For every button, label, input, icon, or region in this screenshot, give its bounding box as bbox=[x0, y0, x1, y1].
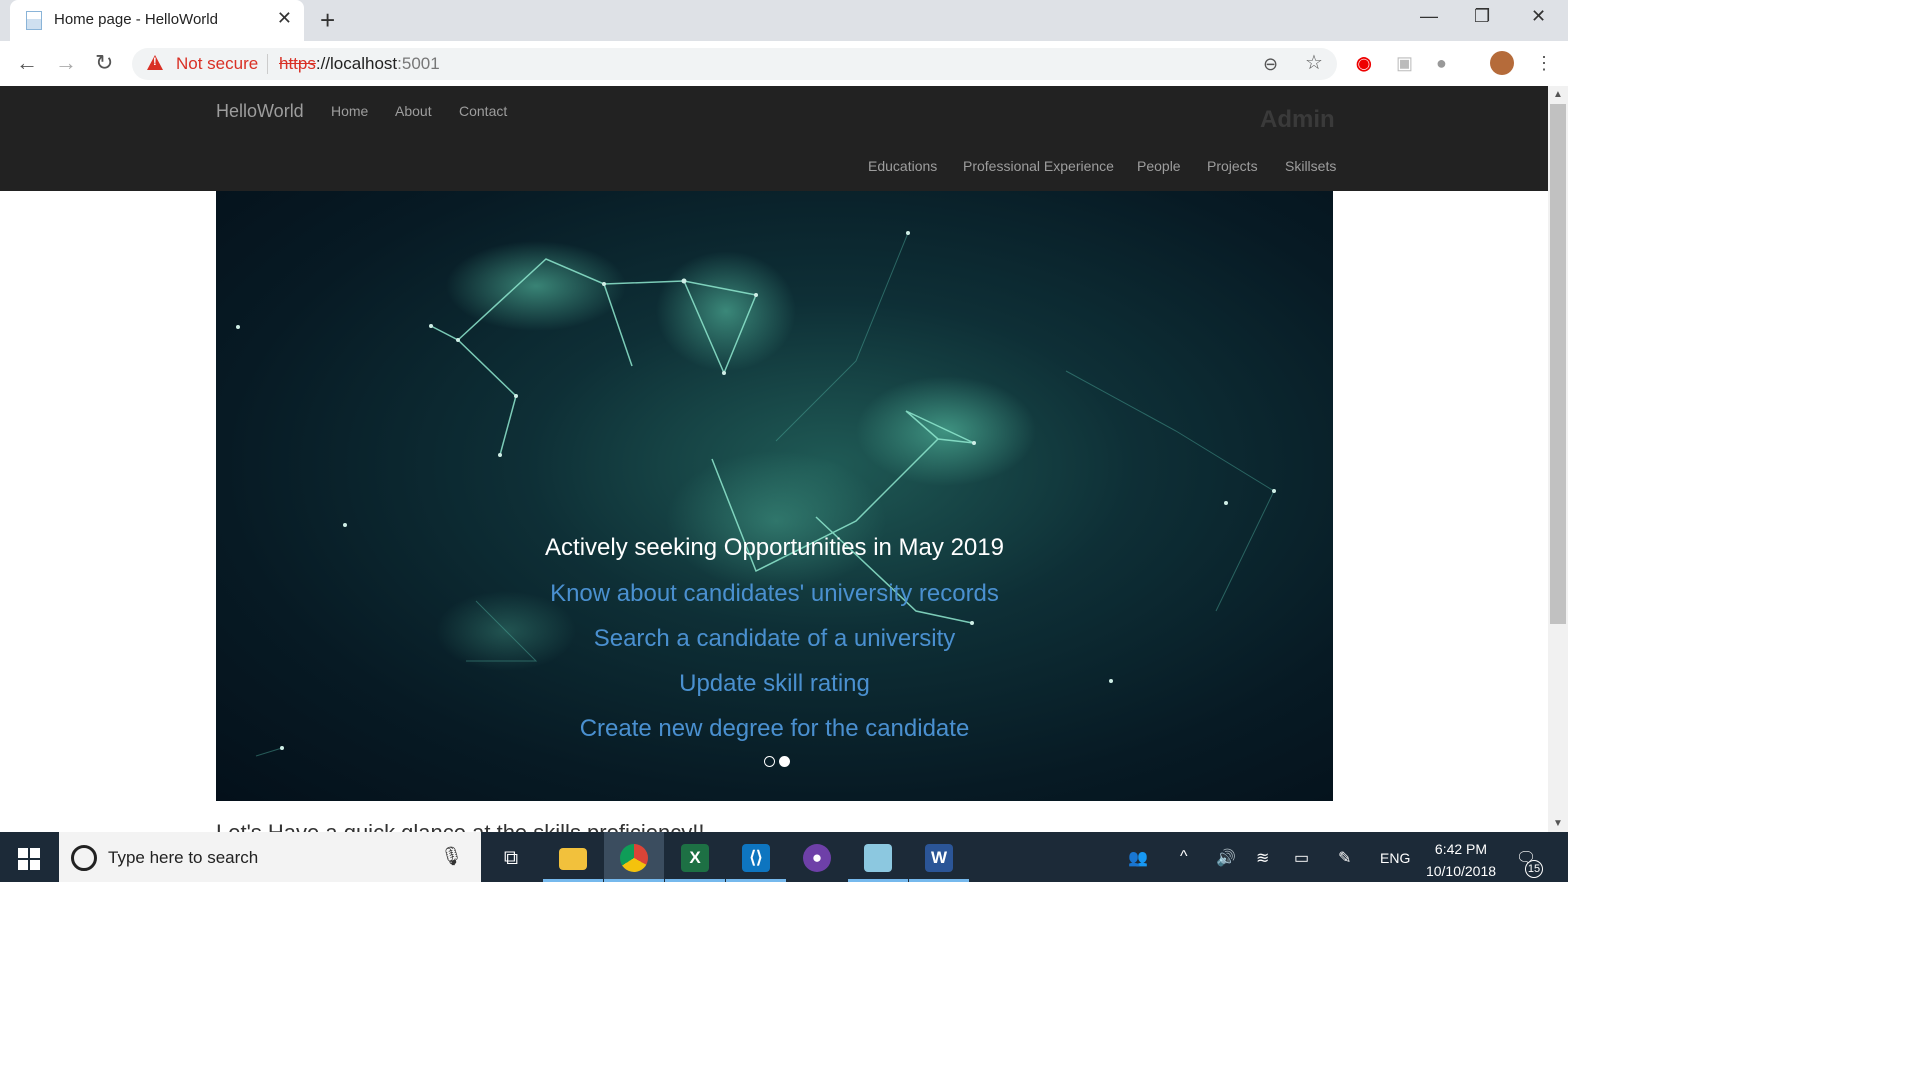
browser-tab[interactable]: Home page - HelloWorld ✕ bbox=[10, 0, 304, 41]
tab-title: Home page - HelloWorld bbox=[54, 11, 218, 28]
bookmark-star-icon[interactable]: ☆ bbox=[1305, 53, 1323, 73]
taskbar-github-desktop[interactable]: ● bbox=[787, 832, 847, 882]
url-text[interactable]: https://localhost:5001 bbox=[279, 54, 440, 74]
reload-icon[interactable]: ↻ bbox=[95, 52, 113, 74]
excel-icon: X bbox=[681, 844, 709, 872]
taskbar-clock[interactable]: 6:42 PM 10/10/2018 bbox=[1415, 838, 1507, 882]
restore-icon[interactable]: ❐ bbox=[1474, 6, 1490, 27]
language-indicator[interactable]: ENG bbox=[1380, 850, 1410, 866]
task-view-icon: ⧉ bbox=[503, 847, 519, 869]
running-indicator bbox=[909, 879, 969, 882]
admin-label: Admin bbox=[1260, 106, 1335, 133]
taskbar-file-explorer[interactable] bbox=[543, 832, 603, 882]
wifi-icon[interactable]: ≋ bbox=[1256, 848, 1269, 868]
hero-link-university-records[interactable]: Know about candidates' university record… bbox=[216, 580, 1333, 608]
running-indicator bbox=[543, 879, 603, 882]
taskbar-search-box[interactable]: Type here to search 🎙 bbox=[59, 832, 481, 882]
clock-time: 6:42 PM bbox=[1434, 841, 1488, 857]
battery-icon[interactable]: ▭ bbox=[1294, 848, 1309, 868]
extension-circle-icon[interactable]: ● bbox=[1436, 53, 1447, 73]
people-icon[interactable]: 👥 bbox=[1128, 848, 1148, 868]
new-tab-icon[interactable]: + bbox=[320, 6, 335, 34]
warning-icon[interactable] bbox=[147, 55, 163, 70]
carousel-indicator-1[interactable] bbox=[764, 756, 775, 767]
admin-link-projects[interactable]: Projects bbox=[1207, 158, 1258, 174]
admin-link-skillsets[interactable]: Skillsets bbox=[1285, 158, 1336, 174]
security-status[interactable]: Not secure bbox=[176, 54, 258, 74]
admin-link-professional-experience[interactable]: Professional Experience bbox=[963, 158, 1114, 174]
nav-link-about[interactable]: About bbox=[395, 103, 432, 119]
notification-count-badge: 15 bbox=[1525, 860, 1543, 878]
minimize-icon[interactable]: — bbox=[1420, 6, 1438, 27]
extension-opera-icon[interactable]: ◉ bbox=[1356, 53, 1372, 73]
app-icon bbox=[864, 844, 892, 872]
microphone-icon[interactable]: 🎙 bbox=[440, 846, 463, 867]
profile-avatar[interactable] bbox=[1490, 51, 1514, 75]
page-favicon-icon bbox=[26, 11, 42, 30]
page-scrollbar[interactable]: ▲ ▼ bbox=[1548, 86, 1568, 832]
taskbar-word[interactable]: W bbox=[909, 832, 969, 882]
show-hidden-icons-icon[interactable]: ^ bbox=[1180, 848, 1188, 866]
forward-icon[interactable]: → bbox=[55, 52, 77, 74]
task-view-button[interactable]: ⧉ bbox=[481, 832, 541, 882]
hero-carousel: Actively seeking Opportunities in May 20… bbox=[216, 191, 1333, 801]
hero-link-search-candidate[interactable]: Search a candidate of a university bbox=[216, 625, 1333, 653]
hero-link-update-skill-rating[interactable]: Update skill rating bbox=[216, 670, 1333, 698]
hero-headline: Actively seeking Opportunities in May 20… bbox=[545, 534, 1004, 561]
running-indicator bbox=[726, 879, 786, 882]
volume-icon[interactable]: 🔊 bbox=[1216, 848, 1236, 868]
carousel-indicators bbox=[762, 754, 792, 772]
vscode-icon: ⟨⟩ bbox=[742, 844, 770, 872]
search-placeholder: Type here to search bbox=[108, 848, 259, 867]
browser-menu-icon[interactable]: ⋮ bbox=[1535, 53, 1553, 73]
taskbar-excel[interactable]: X bbox=[665, 832, 725, 882]
url-separator: :// bbox=[315, 54, 331, 73]
network-background-image bbox=[236, 231, 1276, 757]
scroll-down-icon[interactable]: ▼ bbox=[1553, 818, 1563, 829]
back-icon[interactable]: ← bbox=[16, 52, 38, 74]
chrome-icon bbox=[620, 844, 648, 872]
extension-pocket-icon[interactable]: ▣ bbox=[1396, 53, 1413, 73]
github-icon: ● bbox=[803, 844, 831, 872]
scrollbar-thumb[interactable] bbox=[1550, 104, 1566, 624]
site-brand[interactable]: HelloWorld bbox=[216, 101, 304, 122]
cortana-icon[interactable] bbox=[71, 845, 97, 871]
nav-link-contact[interactable]: Contact bbox=[459, 103, 507, 119]
carousel-indicator-2[interactable] bbox=[779, 756, 790, 767]
running-indicator bbox=[604, 879, 664, 882]
word-icon: W bbox=[925, 844, 953, 872]
browser-tab-bar: Home page - HelloWorld ✕ + — ❐ ✕ bbox=[0, 0, 1568, 41]
url-host: localhost bbox=[330, 54, 398, 73]
file-explorer-icon bbox=[559, 848, 587, 870]
running-indicator bbox=[848, 879, 908, 882]
zoom-icon[interactable]: ⊖ bbox=[1263, 54, 1278, 74]
hero-link-create-degree[interactable]: Create new degree for the candidate bbox=[216, 715, 1333, 743]
close-tab-icon[interactable]: ✕ bbox=[277, 8, 292, 29]
admin-link-educations[interactable]: Educations bbox=[868, 158, 937, 174]
running-indicator bbox=[665, 879, 725, 882]
address-divider bbox=[267, 54, 268, 74]
pen-icon[interactable]: ✎ bbox=[1338, 848, 1351, 868]
nav-link-home[interactable]: Home bbox=[331, 103, 368, 119]
admin-link-people[interactable]: People bbox=[1137, 158, 1181, 174]
url-protocol: https bbox=[279, 54, 316, 73]
taskbar-app-6[interactable] bbox=[848, 832, 908, 882]
windows-start-icon[interactable] bbox=[18, 848, 40, 870]
taskbar-vscode[interactable]: ⟨⟩ bbox=[726, 832, 786, 882]
close-window-icon[interactable]: ✕ bbox=[1531, 6, 1546, 27]
url-port: :5001 bbox=[397, 54, 440, 73]
clock-date: 10/10/2018 bbox=[1425, 863, 1497, 879]
taskbar-chrome[interactable] bbox=[604, 832, 664, 882]
scroll-up-icon[interactable]: ▲ bbox=[1553, 89, 1563, 100]
